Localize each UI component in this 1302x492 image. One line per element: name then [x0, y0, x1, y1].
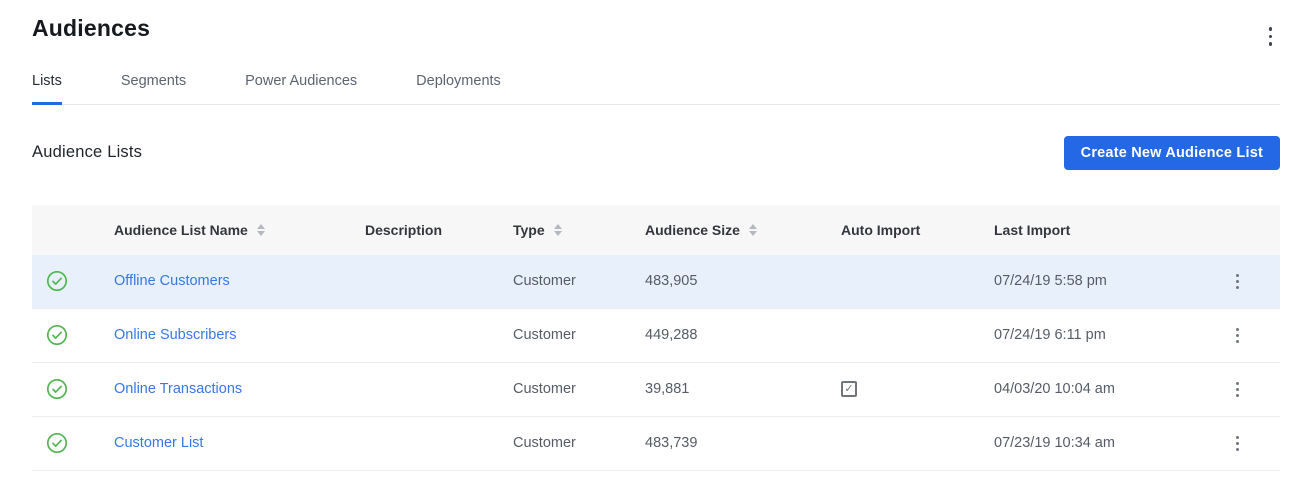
section-title: Audience Lists [32, 143, 142, 162]
type-cell: Customer [513, 327, 645, 343]
column-header-audience-size[interactable]: Audience Size [645, 222, 841, 238]
tab-segments[interactable]: Segments [121, 73, 186, 105]
page-menu-kebab-icon[interactable] [1263, 21, 1279, 52]
row-actions-cell [1194, 322, 1280, 348]
row-actions-cell [1194, 268, 1280, 294]
row-menu-kebab-icon[interactable] [1230, 376, 1245, 402]
audience-size-cell: 483,739 [645, 435, 841, 451]
page-title: Audiences [32, 15, 150, 42]
audience-size-cell: 39,881 [645, 381, 841, 397]
tab-power-audiences[interactable]: Power Audiences [245, 73, 357, 105]
audience-lists-table: Audience List Name Description Type Audienc… [32, 205, 1280, 471]
tab-deployments[interactable]: Deployments [416, 73, 501, 105]
audiences-page: Audiences Lists Segments Power Audiences De… [0, 0, 1302, 471]
audience-list-name-link[interactable]: Offline Customers [114, 273, 230, 289]
table-row: Customer List Customer483,739 07/23/19 10:… [32, 417, 1280, 471]
column-label: Audience List Name [114, 222, 248, 238]
table-row: Online Transactions Customer39,881 04/03/2… [32, 363, 1280, 417]
green-check-circle-icon [46, 324, 68, 346]
table-body: Offline CustomersCustomer483,90507/24/19… [32, 255, 1280, 471]
column-label: Audience Size [645, 222, 740, 238]
green-check-circle-icon [46, 378, 68, 400]
column-header-last-import: Last Import [994, 222, 1194, 238]
row-actions-cell [1194, 376, 1280, 402]
column-header-auto-import: Auto Import [841, 222, 994, 238]
auto-import-checkbox[interactable] [841, 381, 857, 397]
column-label: Auto Import [841, 222, 920, 238]
audience-list-name-link[interactable]: Online Subscribers [114, 327, 237, 343]
audience-list-name-link[interactable]: Online Transactions [114, 381, 242, 397]
column-header-audience-list-name[interactable]: Audience List Name [114, 222, 365, 238]
audience-size-cell: 449,288 [645, 327, 841, 343]
type-cell: Customer [513, 381, 645, 397]
type-cell: Customer [513, 273, 645, 289]
type-cell: Customer [513, 435, 645, 451]
column-header-type[interactable]: Type [513, 222, 645, 238]
column-label: Description [365, 222, 442, 238]
sort-icon [554, 224, 562, 236]
row-menu-kebab-icon[interactable] [1230, 322, 1245, 348]
section-row: Audience Lists Create New Audience List [32, 136, 1280, 170]
column-header-description: Description [365, 222, 513, 238]
table-header-row: Audience List Name Description Type Audienc… [32, 205, 1280, 255]
row-status-cell [32, 270, 114, 292]
title-row: Audiences [32, 0, 1280, 52]
green-check-circle-icon [46, 432, 68, 454]
column-label: Last Import [994, 222, 1070, 238]
audience-size-cell: 483,905 [645, 273, 841, 289]
row-status-cell [32, 324, 114, 346]
row-menu-kebab-icon[interactable] [1230, 268, 1245, 294]
last-import-cell: 04/03/20 10:04 am [994, 381, 1194, 397]
last-import-cell: 07/23/19 10:34 am [994, 435, 1194, 451]
sort-icon [749, 224, 757, 236]
table-row: Offline Customers Customer483,905 07/24/19… [32, 255, 1280, 309]
sort-icon [257, 224, 265, 236]
row-status-cell [32, 378, 114, 400]
audience-list-name-link[interactable]: Customer List [114, 435, 203, 451]
column-label: Type [513, 222, 545, 238]
row-actions-cell [1194, 430, 1280, 456]
tab-bar: Lists Segments Power Audiences Deployments [32, 73, 1280, 105]
last-import-cell: 07/24/19 5:58 pm [994, 273, 1194, 289]
tab-lists[interactable]: Lists [32, 73, 62, 105]
row-menu-kebab-icon[interactable] [1230, 430, 1245, 456]
create-new-audience-list-button[interactable]: Create New Audience List [1064, 136, 1280, 170]
table-row: Online Subscribers Customer449,288 07/24/1… [32, 309, 1280, 363]
last-import-cell: 07/24/19 6:11 pm [994, 327, 1194, 343]
row-status-cell [32, 432, 114, 454]
green-check-circle-icon [46, 270, 68, 292]
auto-import-cell [841, 381, 994, 397]
